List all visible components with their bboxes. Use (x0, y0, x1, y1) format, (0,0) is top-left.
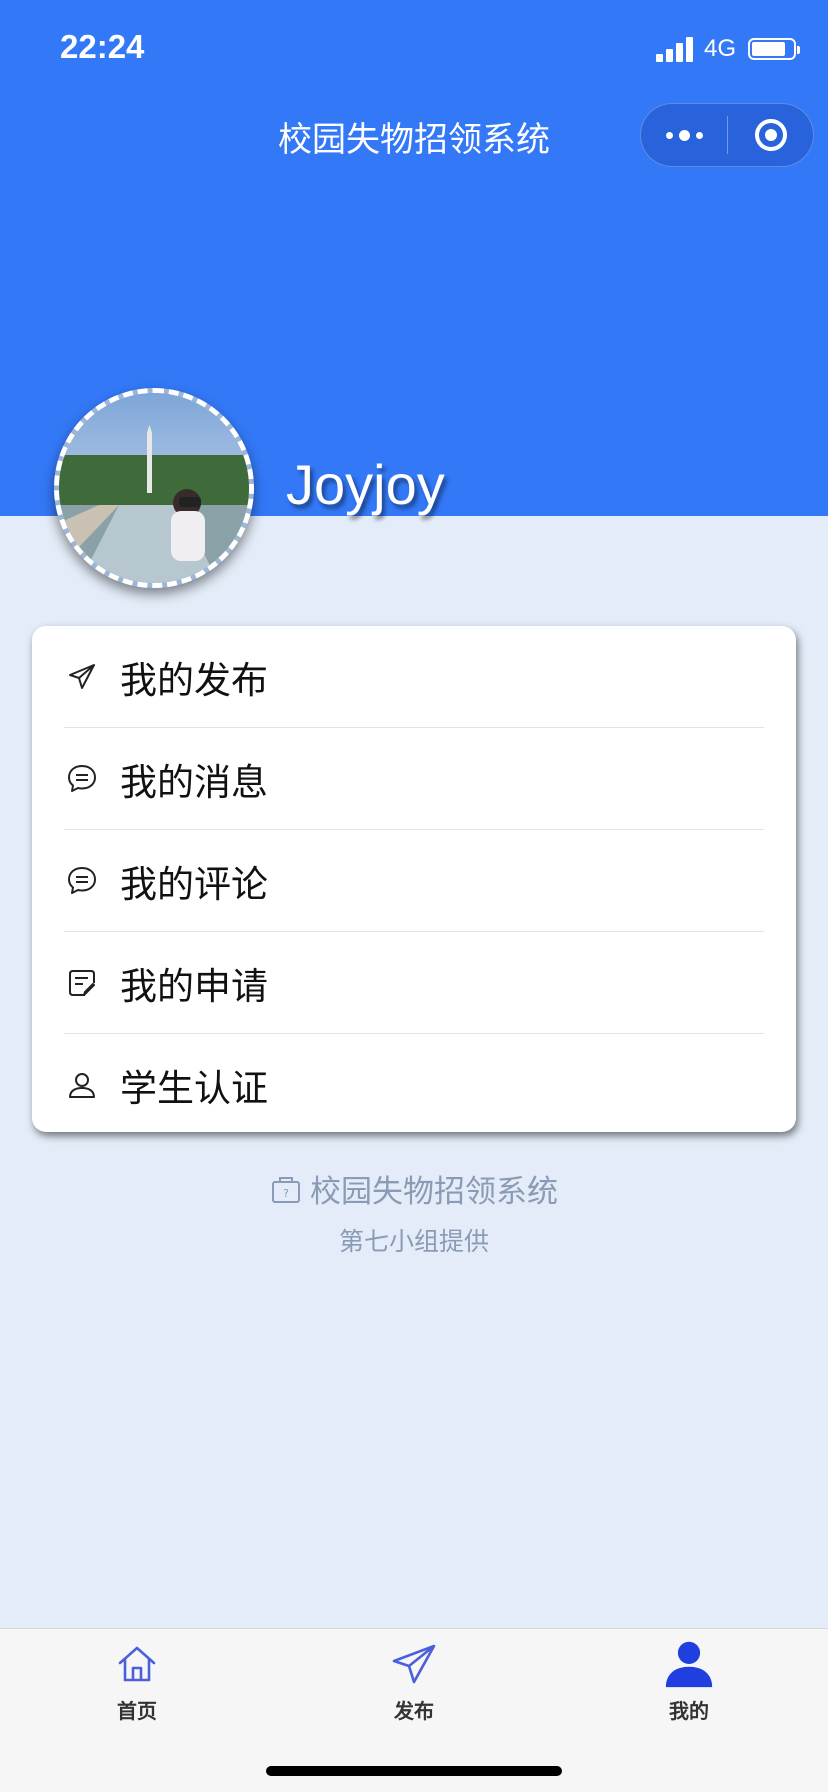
footer-brand-text: 校园失物招领系统 (310, 1174, 558, 1210)
send-icon (389, 1639, 439, 1689)
chat-bubble-icon (66, 763, 98, 795)
svg-text:?: ? (283, 1187, 289, 1200)
tab-label: 发布 (394, 1699, 434, 1723)
footer-credit: 第七小组提供 (338, 1227, 489, 1256)
avatar[interactable] (54, 388, 254, 588)
menu-item-my-comments[interactable]: 我的评论 (64, 830, 764, 932)
footer-brand: ? 校园失物招领系统 (0, 1166, 828, 1211)
status-indicators: 4G (655, 34, 800, 64)
tab-publish[interactable]: 发布 (334, 1639, 494, 1724)
user-icon (66, 1069, 98, 1101)
mini-program-capsule (640, 103, 814, 167)
tab-home[interactable]: 首页 (57, 1639, 217, 1724)
tab-label: 首页 (117, 1699, 157, 1723)
battery-icon (748, 38, 800, 60)
comment-icon (66, 865, 98, 897)
close-button[interactable] (728, 104, 813, 166)
application-note-icon (66, 967, 98, 999)
home-indicator[interactable] (266, 1766, 562, 1776)
home-icon (112, 1639, 162, 1689)
menu-item-label: 我的发布 (120, 658, 268, 702)
menu-item-my-applications[interactable]: 我的申请 (64, 932, 764, 1034)
signal-icon (655, 36, 696, 62)
send-icon (66, 661, 98, 693)
menu-item-label: 学生认证 (120, 1066, 268, 1110)
lost-and-found-box-icon: ? (272, 1176, 300, 1203)
target-icon (754, 119, 787, 151)
tab-label: 我的 (669, 1699, 709, 1723)
menu-item-student-verification[interactable]: 学生认证 (64, 1034, 764, 1135)
status-time: 22:24 (60, 28, 145, 65)
avatar-photo (59, 393, 249, 583)
more-options-button[interactable] (641, 104, 727, 166)
menu-item-label: 我的评论 (120, 862, 268, 906)
menu-item-my-posts[interactable]: 我的发布 (64, 626, 764, 728)
menu-item-label: 我的申请 (120, 964, 268, 1008)
network-type: 4G (703, 35, 736, 62)
profile-menu: 我的发布 我的消息 我的评论 我的申请 学生认证 (32, 626, 796, 1132)
menu-item-label: 我的消息 (120, 760, 268, 804)
status-bar: 22:24 4G (0, 0, 828, 100)
menu-item-my-messages[interactable]: 我的消息 (64, 728, 764, 830)
username: Joyjoy (286, 453, 445, 516)
user-filled-icon (664, 1639, 714, 1689)
tab-mine[interactable]: 我的 (609, 1639, 769, 1724)
